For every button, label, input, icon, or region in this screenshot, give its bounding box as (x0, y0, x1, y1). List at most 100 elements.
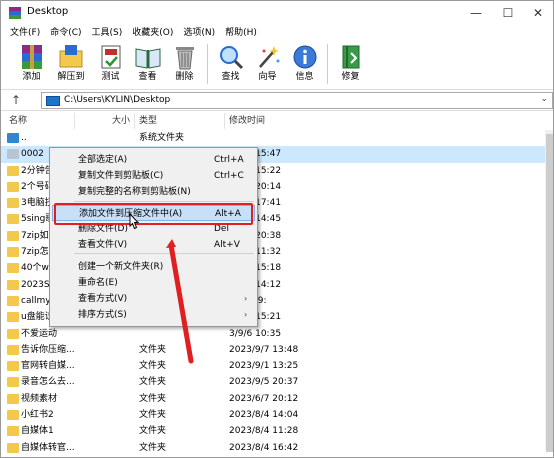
folder-icon (7, 393, 19, 404)
context-menu-item[interactable]: 重命名(E) (52, 275, 255, 291)
file-name: 自媒体转官... (21, 442, 75, 453)
file-modified: 2023/6/7 20:12 (229, 393, 299, 404)
repair-book-icon (342, 45, 359, 69)
menu-favorites[interactable]: 收藏夹(O) (127, 25, 178, 41)
address-bar: ↑ C:\Users\KYLIN\Desktop ⌄ (1, 89, 553, 111)
find-button[interactable]: 查找 (212, 41, 249, 87)
context-menu-item[interactable]: 查看方式(V) › (52, 291, 255, 307)
window-title: Desktop (27, 6, 69, 17)
menu-item-label: 复制文件到剪贴板(C) (78, 171, 164, 181)
file-name: 不爱运动 (21, 328, 58, 339)
close-button[interactable]: ✕ (523, 1, 553, 25)
folder-icon (7, 279, 19, 290)
address-field[interactable]: C:\Users\KYLIN\Desktop ⌄ (41, 92, 553, 109)
drive-icon (46, 96, 60, 106)
folder-icon (7, 312, 19, 323)
folder-icon (7, 361, 19, 372)
add-archive-icon (21, 45, 42, 69)
menu-item-label: 查看文件(V) (78, 240, 128, 250)
toolbar-separator (207, 44, 208, 84)
mouse-cursor-icon (129, 213, 140, 230)
folder-icon (7, 247, 19, 258)
file-type: 文件夹 (139, 377, 167, 388)
context-menu-item[interactable]: 创建一个新文件夹(R) (52, 259, 255, 275)
file-row[interactable]: .. 系统文件夹 (1, 130, 553, 146)
extract-to-button[interactable]: 解压到 (50, 41, 92, 87)
title-bar: Desktop — ☐ ✕ (1, 1, 553, 25)
folder-icon (7, 410, 19, 421)
menu-tools[interactable]: 工具(S) (87, 25, 128, 41)
file-name: 自媒体1 (21, 426, 54, 437)
vertical-scrollbar[interactable] (545, 130, 553, 452)
file-type: 系统文件夹 (139, 133, 185, 143)
file-row[interactable]: 告诉你压缩... 文件夹 2023/9/7 13:48 (1, 342, 553, 358)
wizard-wand-icon (258, 46, 279, 68)
file-type: 文件夹 (139, 344, 167, 355)
repair-button[interactable]: 修复 (332, 41, 369, 87)
file-list-header: 名称 大小 类型 修改时间 (1, 113, 553, 129)
folder-icon (7, 328, 19, 339)
menu-item-label: 创建一个新文件夹(R) (78, 262, 164, 272)
file-modified: 2023/9/5 20:37 (229, 377, 299, 388)
delete-button[interactable]: 删除 (166, 41, 203, 87)
chevron-down-icon[interactable]: ⌄ (540, 94, 548, 104)
file-row[interactable]: 自媒体转官... 文件夹 2023/8/4 16:42 (1, 440, 553, 456)
menu-separator (74, 253, 254, 254)
file-row[interactable]: 官网转自媒... 文件夹 2023/9/1 13:25 (1, 358, 553, 374)
submenu-arrow-icon: › (244, 310, 248, 319)
file-row[interactable]: 小红书2 文件夹 2023/8/4 14:04 (1, 407, 553, 423)
up-arrow-icon[interactable]: ↑ (11, 93, 21, 107)
menu-help[interactable]: 帮助(H) (220, 25, 262, 41)
find-label: 查找 (221, 72, 240, 82)
file-name: .. (21, 133, 27, 143)
file-modified: 2023/8/4 16:42 (229, 442, 299, 453)
file-type: 文件夹 (139, 361, 167, 372)
menu-item-shortcut: Ctrl+A (214, 155, 244, 165)
address-path: C:\Users\KYLIN\Desktop (64, 95, 171, 105)
menu-item-label: 全部选定(A) (78, 155, 128, 165)
maximize-button[interactable]: ☐ (493, 1, 523, 25)
column-type[interactable]: 类型 (135, 113, 225, 129)
add-label: 添加 (22, 72, 41, 82)
wizard-button[interactable]: 向导 (249, 41, 286, 87)
context-menu-item[interactable]: 复制文件到剪贴板(C) Ctrl+C (52, 168, 255, 184)
file-type: 文件夹 (139, 410, 167, 421)
info-button[interactable]: 信息 (286, 41, 323, 87)
test-label: 测试 (101, 72, 120, 82)
scrollbar-thumb[interactable] (546, 134, 553, 452)
menu-options[interactable]: 选项(N) (178, 25, 220, 41)
menu-item-label: 查看方式(V) (78, 294, 128, 304)
file-type: 文件夹 (139, 393, 167, 404)
file-row[interactable]: 自媒体1 文件夹 2023/8/4 11:28 (1, 423, 553, 439)
folder-icon (7, 442, 19, 453)
file-row[interactable]: 不爱运动 3/9/6 10:35 (1, 326, 553, 342)
test-button[interactable]: 测试 (92, 41, 129, 87)
file-name: 官网转自媒... (21, 361, 75, 372)
file-row[interactable]: 录音怎么去... 文件夹 2023/9/5 20:37 (1, 374, 553, 390)
column-name[interactable]: 名称 (5, 113, 75, 129)
folder-icon (7, 181, 19, 192)
file-row[interactable]: 视频素材 文件夹 2023/6/7 20:12 (1, 391, 553, 407)
column-modified[interactable]: 修改时间 (225, 113, 543, 129)
context-menu-item[interactable]: 复制完整的名称到剪贴板(N) (52, 184, 255, 200)
folder-icon (7, 426, 19, 437)
file-modified: 2023/8/4 14:04 (229, 410, 299, 421)
column-size[interactable]: 大小 (75, 113, 135, 129)
folder-icon (7, 344, 19, 355)
context-menu-item[interactable]: 全部选定(A) Ctrl+A (52, 152, 255, 168)
context-menu-item[interactable]: 排序方式(S) › (52, 307, 255, 323)
menu-file[interactable]: 文件(F) (5, 25, 45, 41)
folder-icon (7, 214, 19, 225)
menu-commands[interactable]: 命令(C) (45, 25, 86, 41)
view-button[interactable]: 查看 (129, 41, 166, 87)
menu-item-label: 复制完整的名称到剪贴板(N) (78, 187, 191, 197)
trash-icon (175, 47, 194, 70)
submenu-arrow-icon: › (244, 294, 248, 303)
minimize-button[interactable]: — (461, 1, 491, 25)
winrar-window: Desktop — ☐ ✕ 文件(F) 命令(C) 工具(S) 收藏夹(O) 选… (0, 0, 554, 458)
add-button[interactable]: 添加 (13, 41, 50, 87)
context-menu-item[interactable]: 查看文件(V) Alt+V (52, 237, 255, 253)
view-label: 查看 (138, 72, 157, 82)
folder-icon (7, 198, 19, 209)
menu-item-label: 重命名(E) (78, 278, 118, 288)
